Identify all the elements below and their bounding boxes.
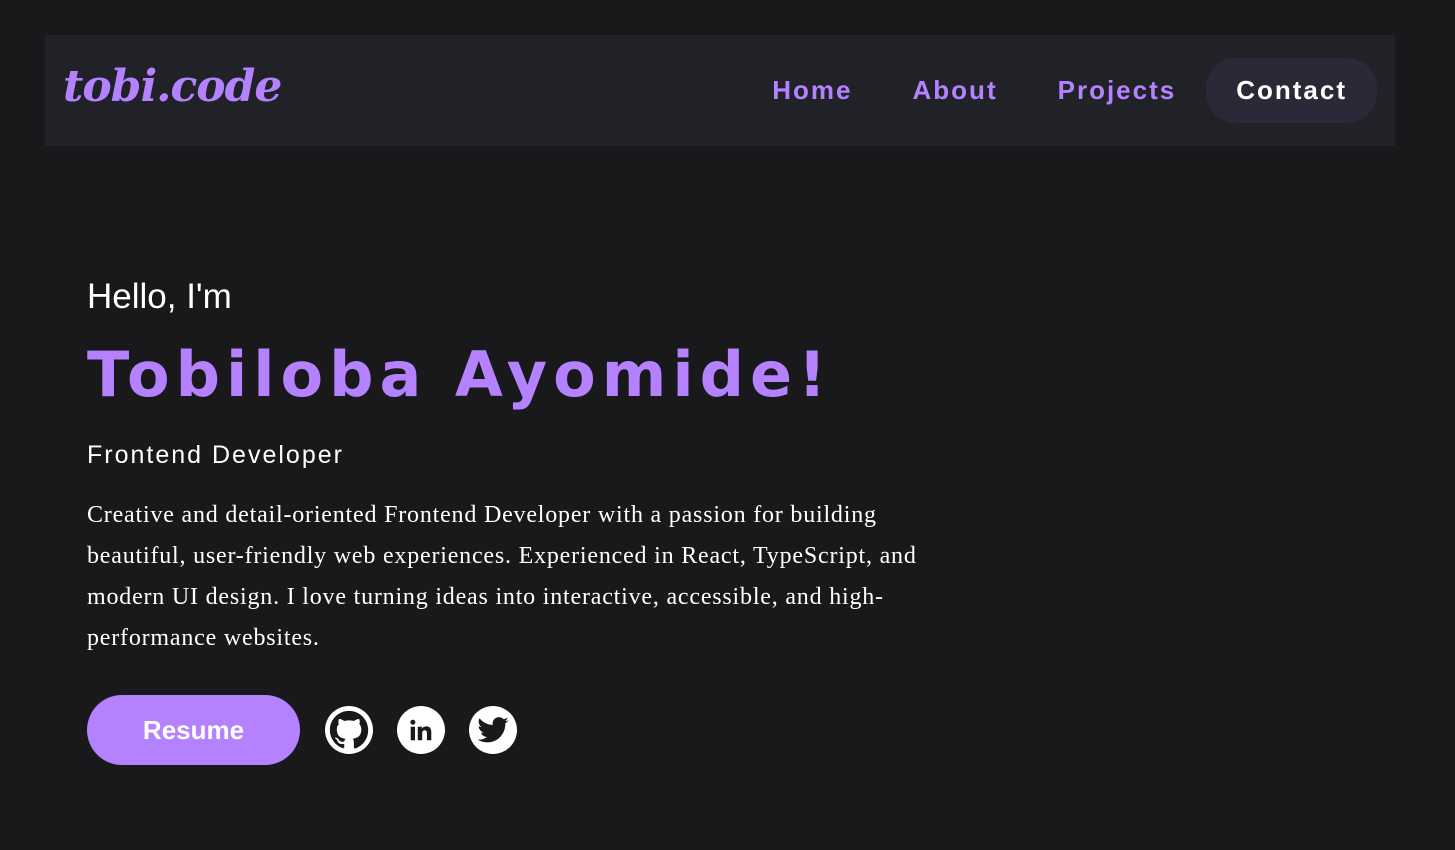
linkedin-icon[interactable] bbox=[397, 706, 445, 754]
twitter-icon[interactable] bbox=[469, 706, 517, 754]
bio-paragraph: Creative and detail-oriented Frontend De… bbox=[87, 502, 917, 651]
role-title: Frontend Developer bbox=[87, 441, 344, 469]
hero-name: Tobiloba Ayomide! bbox=[87, 338, 833, 411]
nav-links: Home About Projects Contact bbox=[742, 58, 1377, 123]
navbar: tobi.code Home About Projects Contact bbox=[45, 35, 1395, 146]
nav-home-link[interactable]: Home bbox=[742, 58, 882, 123]
hero-actions: Resume bbox=[87, 695, 987, 765]
nav-about-link[interactable]: About bbox=[883, 58, 1028, 123]
github-icon[interactable] bbox=[325, 706, 373, 754]
nav-contact-link[interactable]: Contact bbox=[1206, 58, 1377, 123]
nav-projects-link[interactable]: Projects bbox=[1028, 58, 1207, 123]
resume-button[interactable]: Resume bbox=[87, 695, 300, 765]
logo[interactable]: tobi.code bbox=[63, 57, 282, 117]
hero-section: Hello, I'm Tobiloba Ayomide! Frontend De… bbox=[87, 275, 987, 765]
greeting-text: Hello, I'm bbox=[87, 277, 232, 316]
